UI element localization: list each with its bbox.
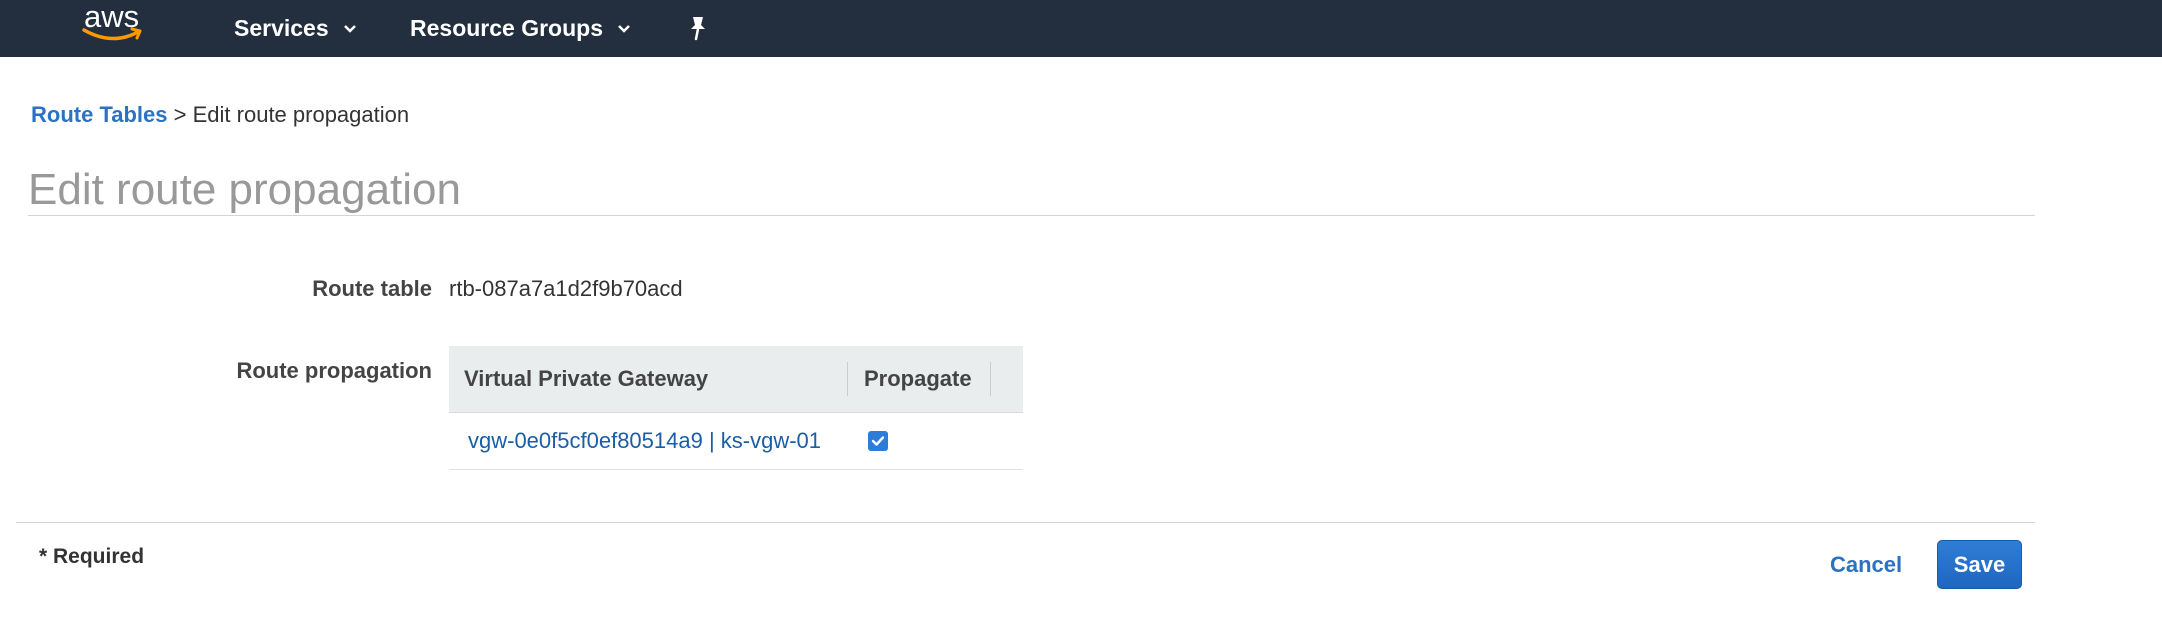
column-divider bbox=[990, 362, 991, 396]
column-divider bbox=[847, 362, 848, 396]
resource-groups-menu[interactable]: Resource Groups bbox=[410, 0, 631, 57]
breadcrumb-route-tables-link[interactable]: Route Tables bbox=[31, 102, 168, 127]
required-note: * Required bbox=[39, 545, 145, 568]
table-header: Virtual Private Gateway Propagate bbox=[449, 346, 1023, 413]
table-row: vgw-0e0f5cf0ef80514a9 | ks-vgw-01 bbox=[449, 413, 1023, 470]
breadcrumb: Route Tables > Edit route propagation bbox=[31, 102, 409, 128]
aws-logo[interactable]: aws bbox=[82, 1, 152, 48]
breadcrumb-separator: > bbox=[173, 102, 187, 127]
column-header-propagate[interactable]: Propagate bbox=[864, 346, 972, 412]
services-label: Services bbox=[234, 15, 329, 41]
route-table-label: Route table bbox=[312, 276, 432, 301]
gateway-link[interactable]: vgw-0e0f5cf0ef80514a9 | ks-vgw-01 bbox=[468, 413, 821, 469]
pin-icon[interactable] bbox=[686, 14, 710, 42]
footer-divider bbox=[16, 522, 2035, 523]
top-navigation-bar: aws Services Resource Groups bbox=[0, 0, 2162, 57]
cancel-button[interactable]: Cancel bbox=[1830, 541, 1902, 589]
title-divider bbox=[28, 215, 2035, 216]
page-title: Edit route propagation bbox=[28, 165, 461, 214]
route-table-value: rtb-087a7a1d2f9b70acd bbox=[449, 276, 683, 301]
aws-smile-icon bbox=[82, 27, 142, 41]
chevron-down-icon bbox=[617, 24, 631, 34]
services-menu[interactable]: Services bbox=[234, 0, 357, 57]
route-propagation-label: Route propagation bbox=[236, 358, 432, 383]
column-header-gateway[interactable]: Virtual Private Gateway bbox=[464, 346, 708, 412]
route-propagation-table: Virtual Private Gateway Propagate vgw-0e… bbox=[449, 346, 1023, 470]
save-button[interactable]: Save bbox=[1937, 540, 2022, 589]
chevron-down-icon bbox=[343, 24, 357, 34]
checkmark-icon bbox=[871, 436, 885, 446]
resource-groups-label: Resource Groups bbox=[410, 15, 603, 41]
propagate-checkbox[interactable] bbox=[868, 431, 888, 451]
breadcrumb-current: Edit route propagation bbox=[192, 102, 410, 127]
